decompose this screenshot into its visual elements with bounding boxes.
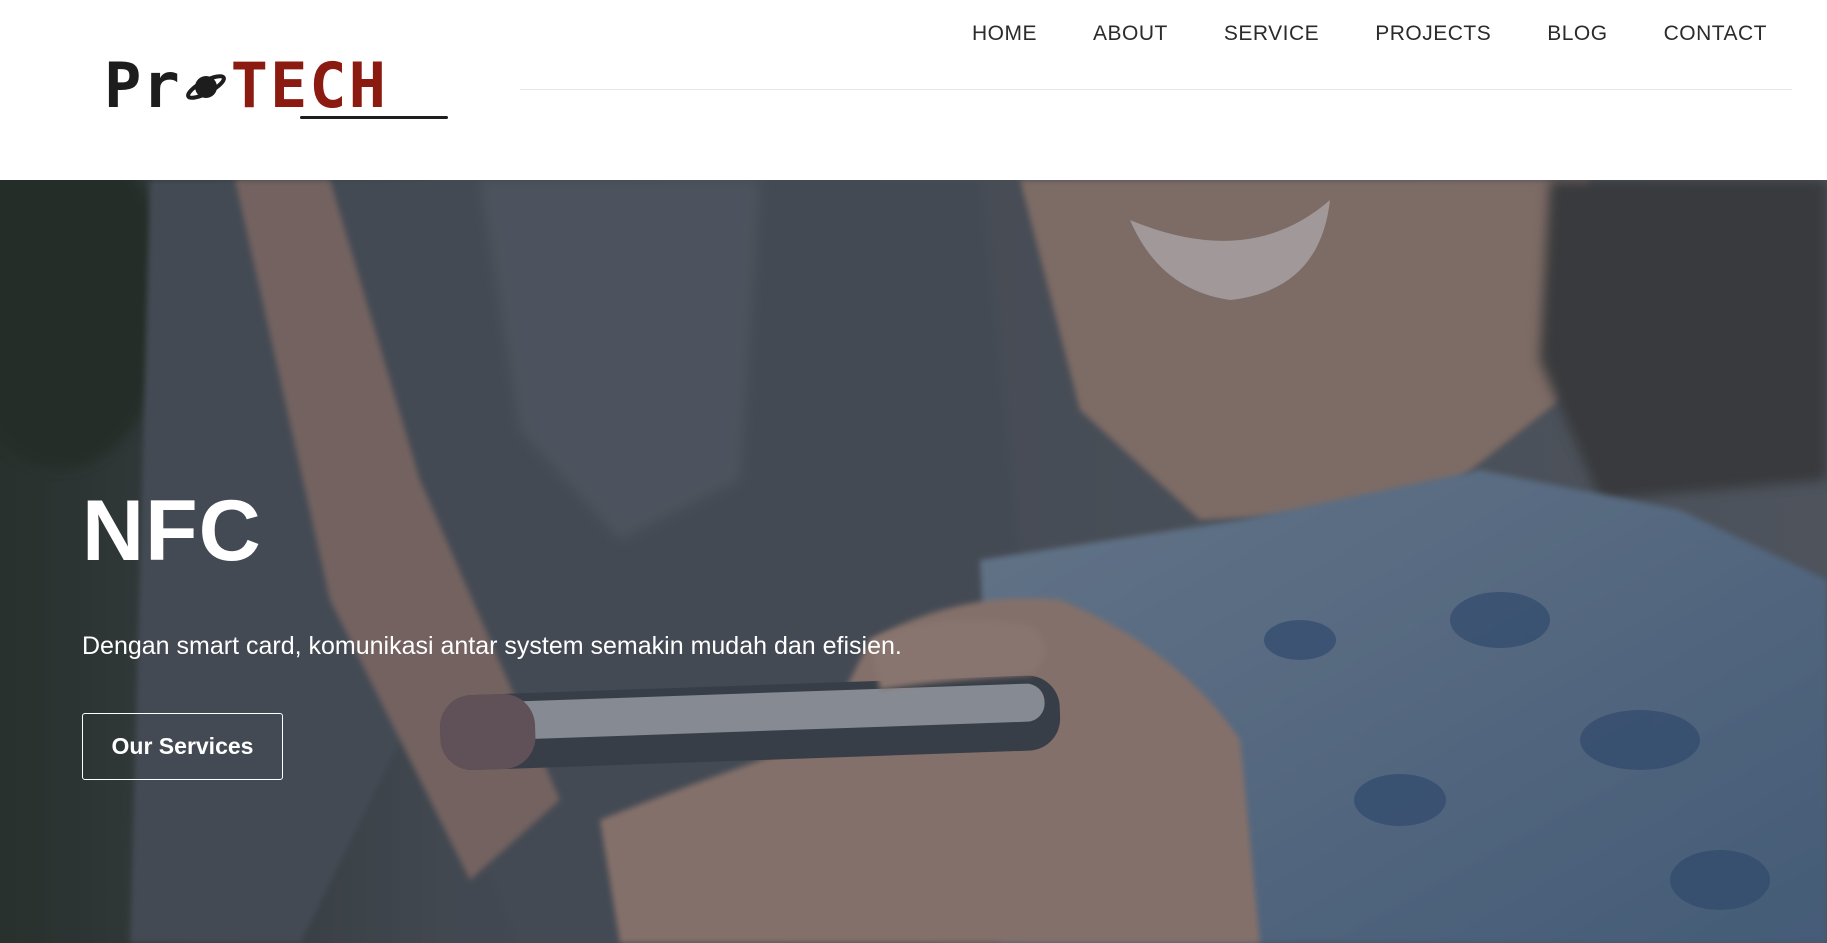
nav-home[interactable]: HOME bbox=[944, 22, 1065, 46]
hero-title: NFC bbox=[82, 483, 262, 579]
hero-subtitle: Dengan smart card, komunikasi antar syst… bbox=[82, 632, 902, 660]
nav-projects[interactable]: PROJECTS bbox=[1347, 22, 1519, 46]
our-services-button[interactable]: Our Services bbox=[82, 713, 283, 780]
nav-divider bbox=[520, 89, 1792, 90]
planet-icon bbox=[185, 74, 226, 100]
main-nav: HOME ABOUT SERVICE PROJECTS BLOG CONTACT bbox=[944, 22, 1767, 46]
nav-contact[interactable]: CONTACT bbox=[1636, 22, 1767, 46]
nav-about[interactable]: ABOUT bbox=[1065, 22, 1196, 46]
hero-banner: NFC Dengan smart card, komunikasi antar … bbox=[0, 180, 1827, 943]
logo-text-accent: TECH bbox=[230, 48, 388, 122]
logo-underline bbox=[300, 116, 448, 119]
logo-text-dark: Pr bbox=[104, 48, 181, 122]
site-header: Pr TECH HOME ABOUT SERVICE PROJECTS BLOG… bbox=[0, 0, 1827, 180]
nav-blog[interactable]: BLOG bbox=[1519, 22, 1635, 46]
protech-logo[interactable]: Pr TECH bbox=[104, 48, 448, 122]
nav-service[interactable]: SERVICE bbox=[1196, 22, 1347, 46]
hero-dark-overlay bbox=[0, 180, 1827, 943]
